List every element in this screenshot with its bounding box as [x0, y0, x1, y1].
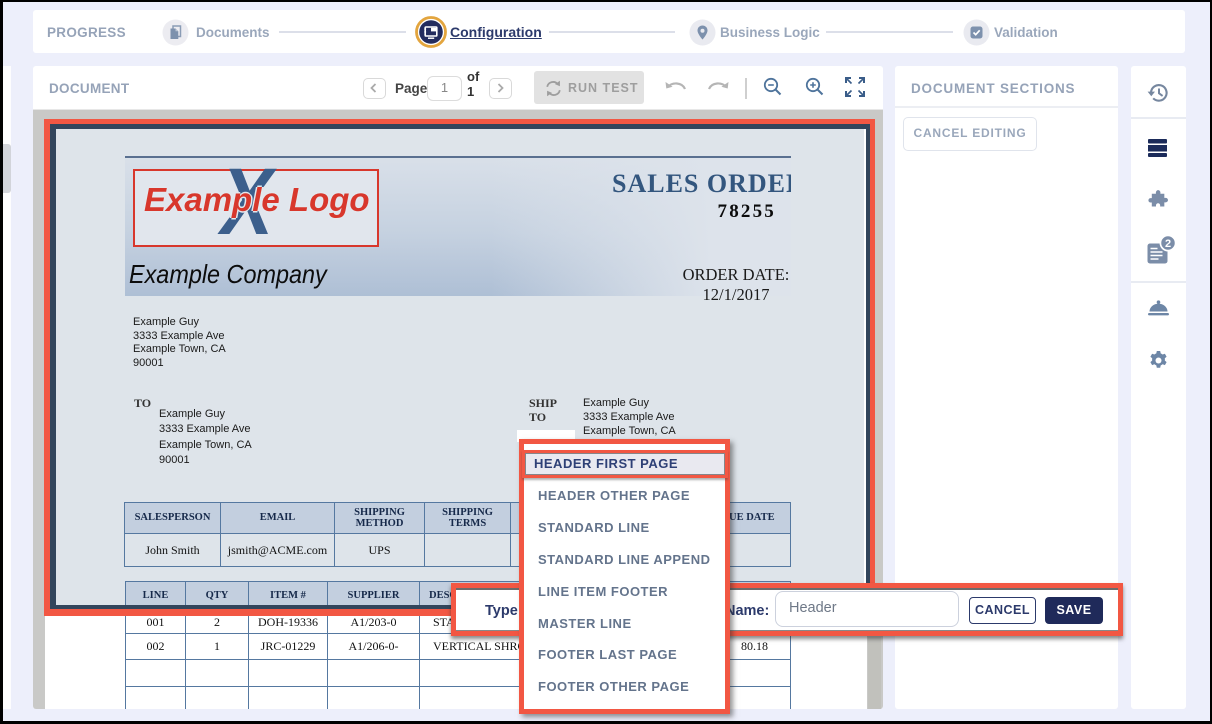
svg-text:2: 2 — [1165, 238, 1171, 250]
